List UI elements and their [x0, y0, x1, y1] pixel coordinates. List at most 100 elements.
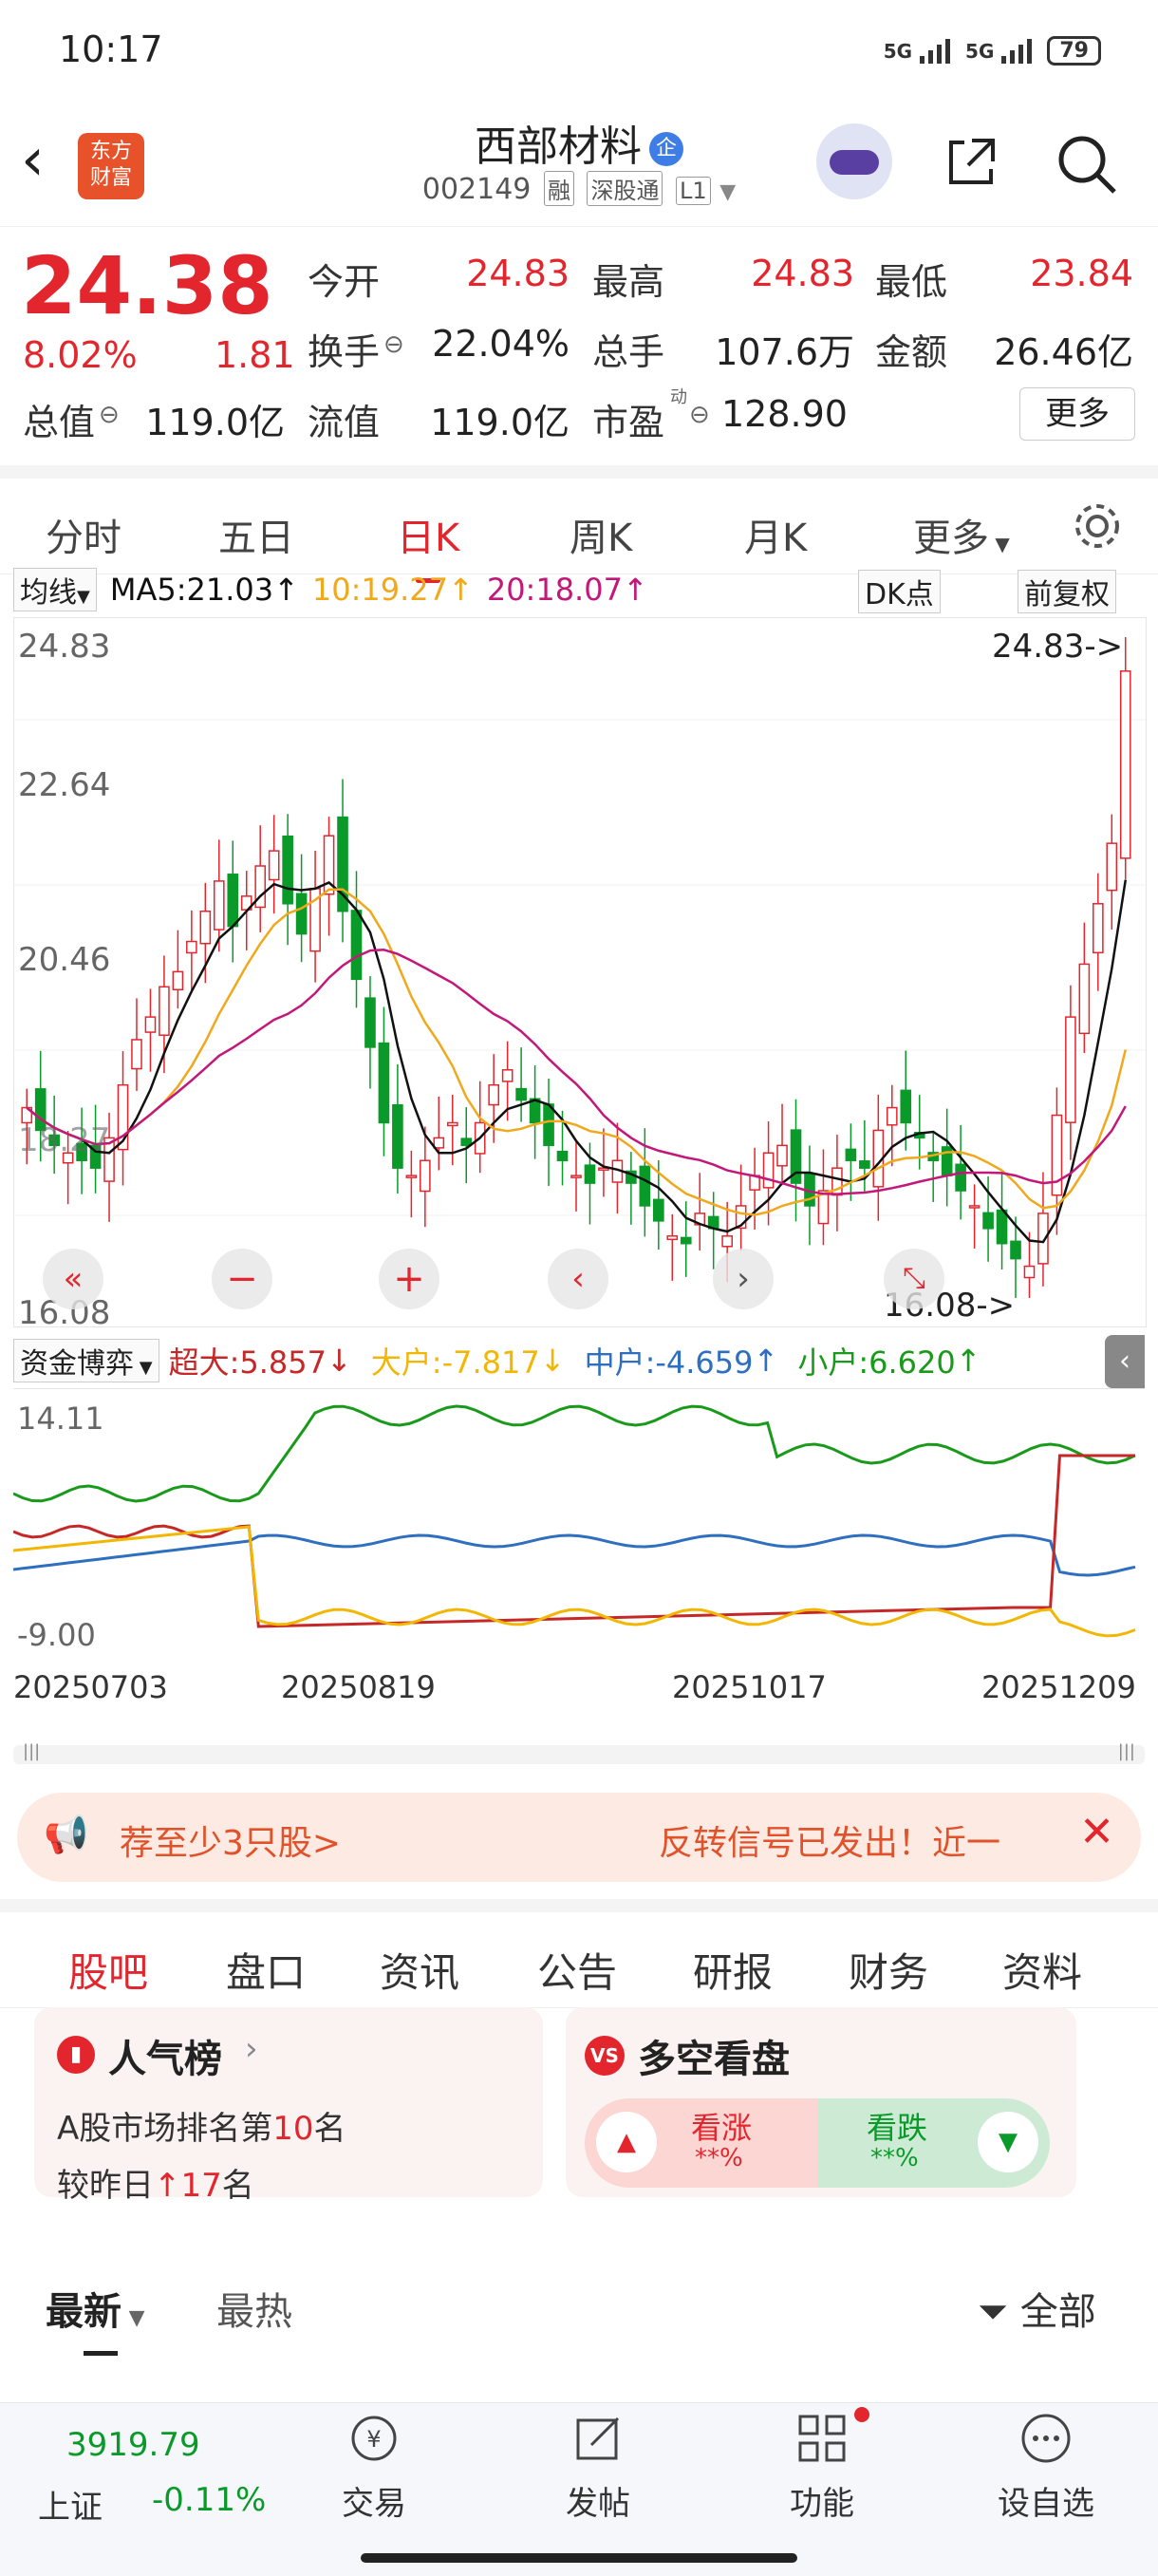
assistant-robot-icon[interactable] [816, 123, 892, 199]
rank-change-line: 较昨日↑17名 [57, 2159, 254, 2206]
nav-functions[interactable]: 功能 [756, 2407, 888, 2524]
range-scrollbar[interactable]: ||| ||| [13, 1741, 1145, 1764]
tab-monthly-k[interactable]: 月K [744, 507, 807, 562]
open-label: 今开 [308, 261, 381, 303]
index-name[interactable]: 上证 [38, 2481, 103, 2528]
candle [968, 1184, 981, 1249]
ma-legend: 均线▼ MA5:21.03 ↑ 10:19.27 ↑ 20:18.07 ↑ [13, 566, 648, 613]
candle [515, 1047, 527, 1122]
adjust-selector[interactable]: 前复权 [1018, 570, 1116, 613]
info-icon[interactable]: ⊖ [383, 330, 404, 359]
popularity-card[interactable]: ▮ 人气榜 › A股市场排名第10名 较昨日↑17名 [34, 2007, 543, 2205]
feed-filter[interactable]: ⏷ 全部 [978, 2281, 1096, 2336]
chevron-right-icon: › [245, 2030, 258, 2068]
candle [144, 988, 157, 1072]
tab-announcement[interactable]: 公告 [537, 1941, 617, 1999]
kline-svg [14, 637, 1146, 1298]
next-icon[interactable]: › [713, 1249, 774, 1309]
candle [227, 840, 239, 963]
candle [941, 1108, 953, 1207]
section-tabs: 股吧 盘口 资讯 公告 研报 财务 资料 [0, 1899, 1158, 2021]
tag-connect: 深股通 [587, 171, 663, 206]
rank-prefix: A股市场排名第 [57, 2110, 273, 2148]
tab-research[interactable]: 研报 [693, 1941, 773, 1999]
up-triangle-icon: ▲ [596, 2112, 657, 2172]
status-bar: 10:17 5G 5G 79 [0, 0, 1158, 104]
tab-guba[interactable]: 股吧 [68, 1941, 148, 2021]
amount-value: 26.46亿 [994, 331, 1133, 373]
chart-bars-icon: ▮ [57, 2036, 95, 2074]
up-arrow-icon: ↑ [154, 2167, 181, 2205]
candle [268, 815, 280, 914]
tab-news[interactable]: 资讯 [380, 1941, 459, 1999]
feed-tab-hot[interactable]: 最热 [216, 2281, 292, 2336]
vote-down-label: 看跌 [867, 2110, 928, 2146]
status-time: 10:17 [59, 28, 163, 70]
tab-daily-k[interactable]: 日K [397, 507, 459, 583]
index-value[interactable]: 3919.79 [66, 2426, 200, 2464]
mid-line [12, 1533, 1136, 1577]
vs-icon: VS [585, 2036, 625, 2076]
dk-point-selector[interactable]: DK点 [858, 570, 941, 613]
date-3: 20251017 [672, 1669, 827, 1705]
tag-level: L1 [676, 177, 711, 205]
search-icon[interactable] [1054, 131, 1120, 197]
promo-banner[interactable]: 📢 荐至少3只股> 反转信号已发出！近一 ✕ [17, 1793, 1141, 1882]
tab-profile[interactable]: 资料 [1002, 1941, 1082, 1999]
mktcap-label: 总值 [23, 402, 96, 443]
date-4: 20251209 [981, 1669, 1136, 1705]
close-icon[interactable]: ✕ [1079, 1808, 1114, 1856]
more-button[interactable]: 更多 [1019, 387, 1135, 441]
vote-up-value: **% [695, 2144, 743, 2172]
tab-five-day[interactable]: 五日 [218, 507, 294, 562]
rank-number: 10 [272, 2110, 314, 2148]
settings-gear-icon[interactable] [1071, 499, 1124, 553]
tab-intraday[interactable]: 分时 [46, 507, 121, 562]
nav-trade[interactable]: ¥ 交易 [308, 2411, 440, 2524]
bull-bear-title: 多空看盘 [638, 2038, 790, 2081]
yuan-trade-icon: ¥ [351, 2416, 397, 2461]
stock-name: 西部材料 [475, 122, 642, 171]
candle [749, 1147, 760, 1230]
last-price: 24.38 [21, 239, 273, 332]
collapse-panel-icon[interactable]: ‹ [1105, 1335, 1145, 1388]
nav-post[interactable]: 发帖 [532, 2411, 664, 2524]
index-change[interactable]: -0.11% [152, 2481, 266, 2519]
bull-bear-card[interactable]: VS 多空看盘 ▲ 看涨 **% 看跌 **% ▼ [566, 2007, 1076, 2197]
info-icon-3[interactable]: ⊖ [689, 401, 710, 429]
candle [474, 1081, 486, 1174]
info-icon-2[interactable]: ⊖ [99, 401, 120, 429]
tab-pankou[interactable]: 盘口 [226, 1941, 306, 1999]
zoom-in-icon[interactable]: + [379, 1249, 439, 1309]
feed-tab-latest[interactable]: 最新 ▼ [46, 2281, 145, 2336]
candle [598, 1128, 609, 1197]
super-line [12, 1454, 1135, 1628]
tab-finance[interactable]: 财务 [849, 1941, 928, 1999]
zoom-out-first-icon[interactable]: « [43, 1249, 103, 1309]
vote-up-button[interactable]: ▲ 看涨 **% [585, 2098, 817, 2188]
scroll-handle-left-icon[interactable]: ||| [23, 1741, 40, 1761]
kline-chart[interactable]: 24.83 22.64 20.46 18.27 16.08 24.83-> 16… [13, 617, 1147, 1332]
tab-more[interactable]: 更多 ▼ [913, 507, 1010, 562]
ma20-value: 20:18.07 [486, 572, 623, 608]
flow-y-top: 14.11 [17, 1401, 104, 1437]
candle [350, 871, 363, 1008]
candle [405, 1150, 418, 1218]
zoom-out-icon[interactable]: − [212, 1249, 272, 1309]
share-icon[interactable] [943, 133, 1000, 190]
grid-functions-icon [798, 2415, 846, 2462]
ma-selector[interactable]: 均线▼ [13, 568, 97, 611]
edit-post-icon [576, 2416, 620, 2460]
prev-icon[interactable]: ‹ [548, 1249, 608, 1309]
vote-down-button[interactable]: 看跌 **% ▼ [817, 2098, 1050, 2188]
scroll-handle-right-icon[interactable]: ||| [1118, 1741, 1135, 1761]
pe-label: 市盈 [592, 402, 665, 443]
candle [666, 1213, 679, 1281]
candle [254, 825, 267, 932]
svg-text:¥: ¥ [366, 2426, 381, 2453]
expand-icon[interactable]: ⤡ [884, 1249, 944, 1309]
flow-selector[interactable]: 资金博弈 ▼ [13, 1339, 159, 1382]
nav-watchlist[interactable]: 设自选 [980, 2411, 1112, 2524]
flow-chart[interactable]: 14.11 -9.00 [12, 1388, 1145, 1664]
tab-weekly-k[interactable]: 周K [570, 507, 632, 562]
